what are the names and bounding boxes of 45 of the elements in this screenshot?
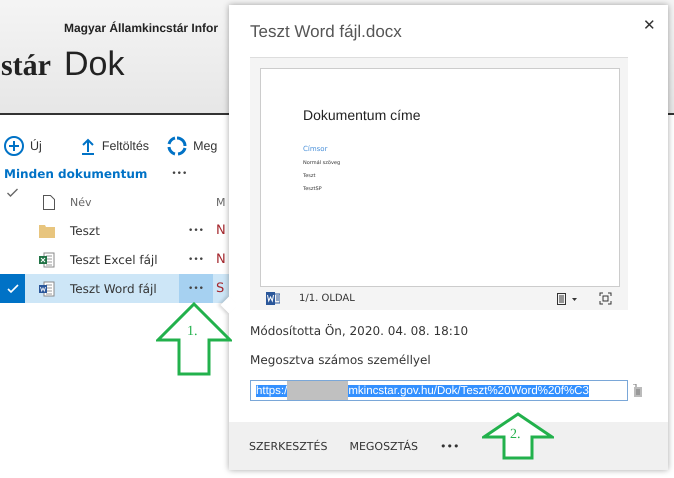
document-heading: Dokumentum címe [303,107,422,123]
table-cell: N [216,223,226,238]
callout-title: Teszt Word fájl.docx [250,22,402,42]
sync-icon [167,136,188,156]
check-icon[interactable] [6,284,18,294]
more-button[interactable]: ••• [171,169,188,179]
view-link[interactable]: Minden dokumentum [4,167,148,181]
copy-icon[interactable] [633,384,643,398]
table-cell: N [216,252,226,267]
fullscreen-icon[interactable] [599,292,612,305]
document-file-icon [39,280,55,296]
more-button[interactable]: ••• [440,440,460,452]
shared-text: Megosztva számos személlyel [250,353,432,367]
action-button[interactable]: MEGOSZTÁS [349,440,418,452]
new-command[interactable]: Új [4,136,42,156]
folder-icon [39,224,55,238]
spreadsheet-file-icon [39,252,55,268]
annotation-label: 2. [510,427,520,443]
page-indicator: 1/1. OLDAL [299,293,355,304]
file-row[interactable]: Teszt Excel fájl ••• N [0,245,229,274]
more-button[interactable]: ••• [179,274,213,303]
file-name[interactable]: Teszt [70,224,179,238]
plus-circle-icon [4,136,24,156]
upload-icon [80,137,96,155]
site-title[interactable]: Magyar Államkincstár Infor [64,21,218,35]
column-header[interactable]: M [216,196,226,208]
logo-text[interactable]: stár [1,49,64,83]
more-button[interactable]: ••• [179,216,213,245]
annotation-label: 1. [187,324,198,340]
action-button[interactable]: SZERKESZTÉS [249,440,328,452]
page-title: Dok [64,45,124,84]
file-row[interactable]: Teszt ••• N [0,216,229,245]
more-button[interactable]: ••• [179,245,213,274]
word-icon [266,292,280,305]
column-header[interactable]: Név [70,196,179,208]
file-row[interactable]: Teszt Word fájl ••• S [0,274,229,303]
file-name[interactable]: Teszt Word fájl [70,282,179,296]
upload-command[interactable]: Feltöltés [80,137,150,155]
sync-command[interactable]: Meg [167,136,218,156]
annotation-arrow [482,412,554,460]
file-name[interactable]: Teszt Excel fájl [70,252,179,266]
view-menu-icon[interactable] [557,292,579,304]
close-button[interactable]: ✕ [643,16,656,34]
modified-text: Módosította Ön, 2020. 04. 08. 18:10 [250,324,470,338]
table-cell: S [216,281,224,296]
